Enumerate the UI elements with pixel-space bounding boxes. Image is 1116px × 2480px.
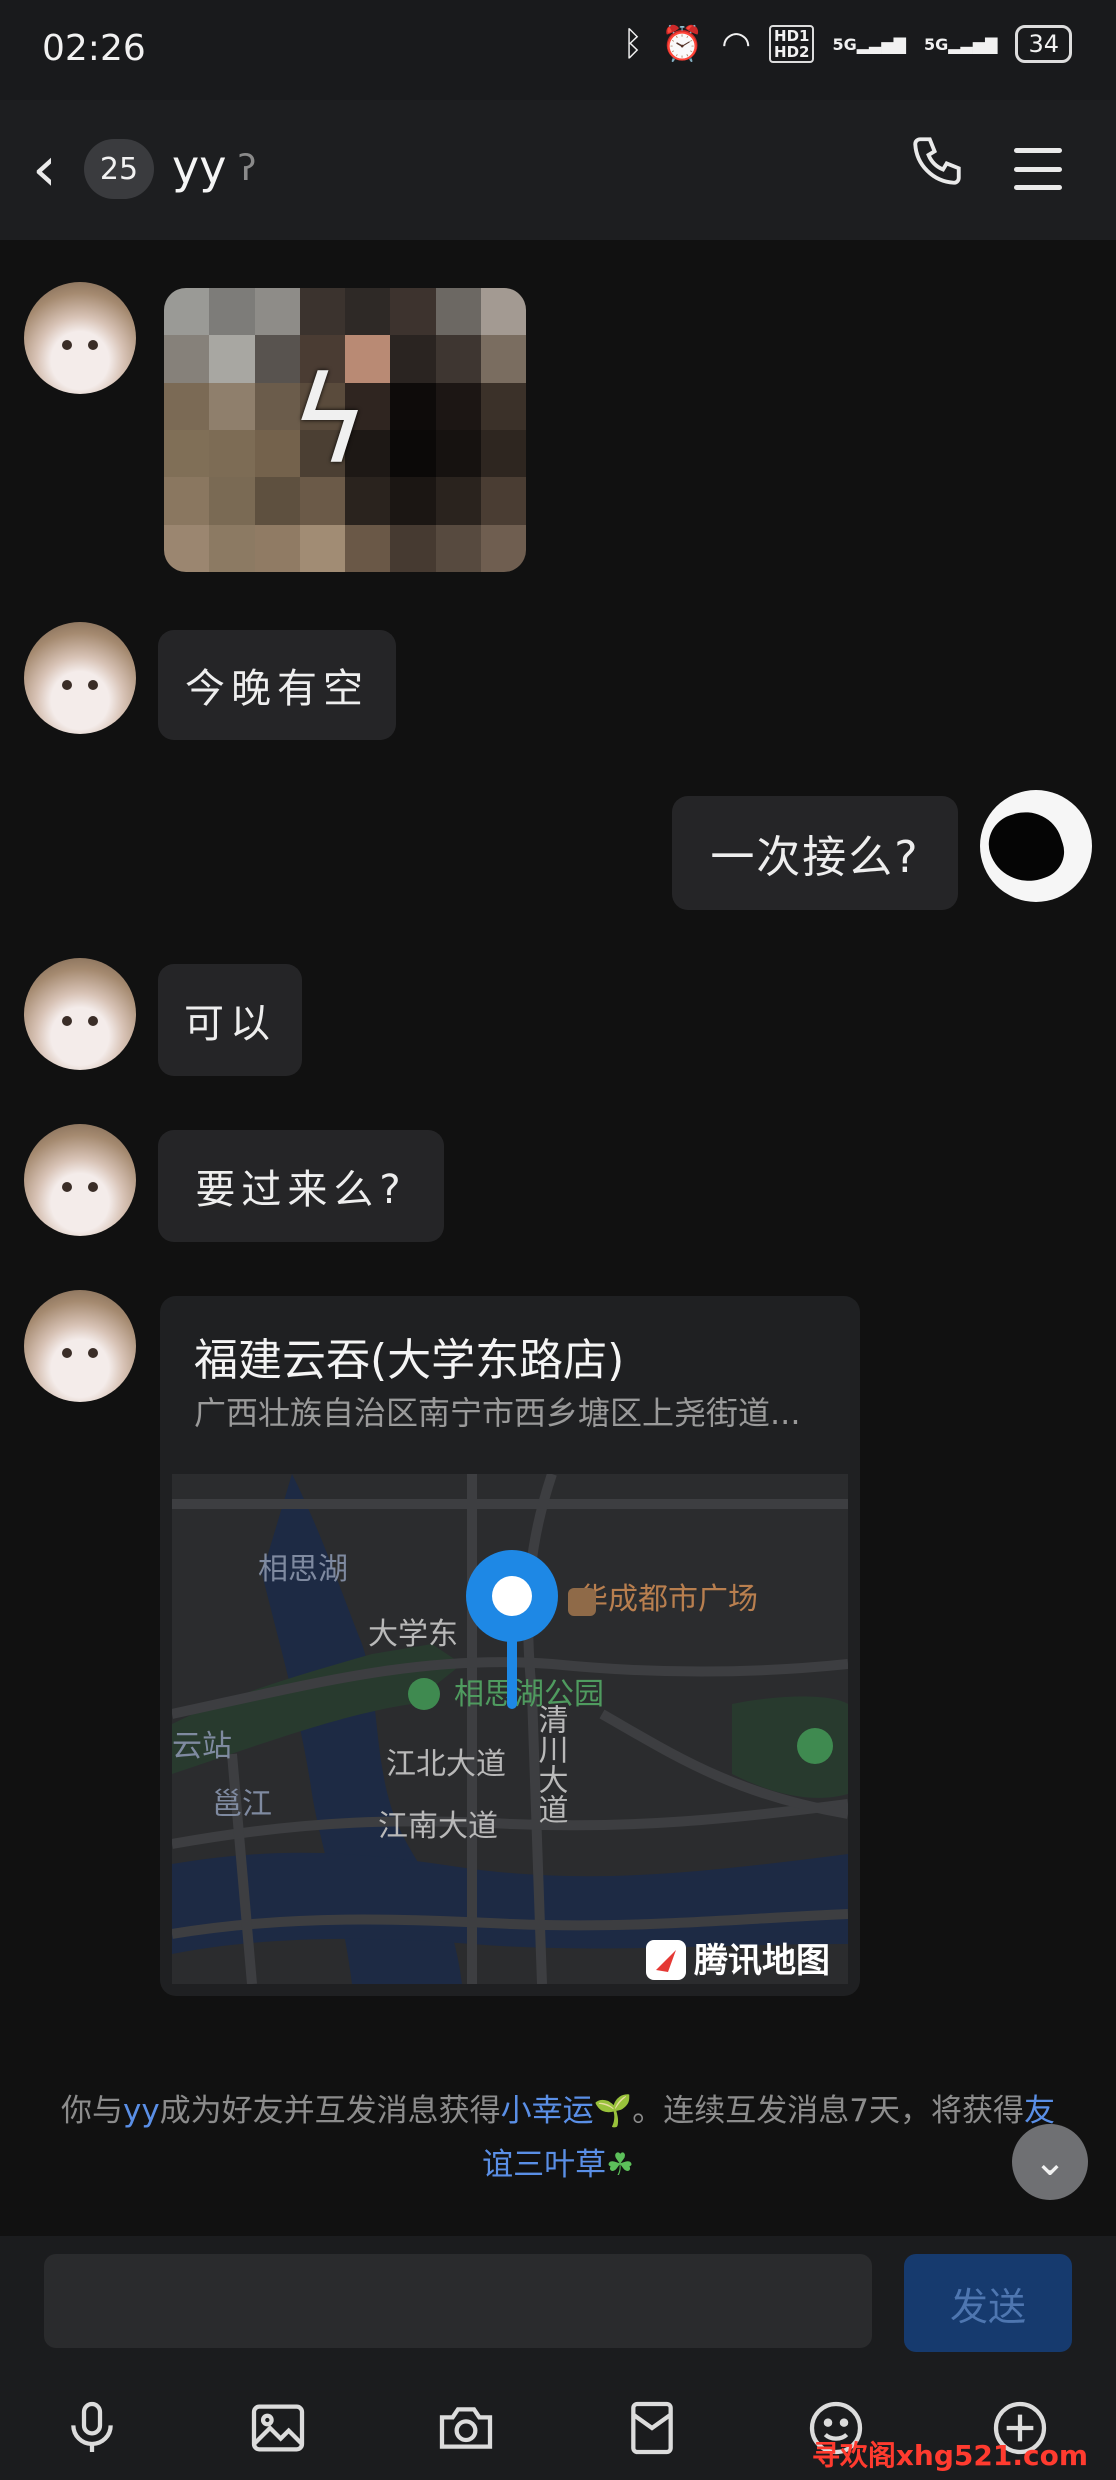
status-time: 02:26 [42, 28, 146, 69]
contact-avatar[interactable] [24, 958, 136, 1070]
message-bubble[interactable]: 要过来么? [158, 1130, 444, 1242]
unread-count-badge[interactable]: 25 [84, 139, 154, 199]
battery-indicator: 34 [1015, 25, 1072, 63]
friendship-notice: 你与yy成为好友并互发消息获得小幸运🌱。连续互发消息7天，将获得友谊三叶草☘ [60, 2093, 1056, 2183]
earpiece-mode-icon: ʔ [238, 148, 257, 189]
map-label-mall: 华成都市广场 [578, 1582, 758, 1617]
message-input[interactable] [44, 2254, 872, 2348]
back-icon[interactable]: ‹ [32, 138, 57, 200]
map-label-yongjiang: 邕江 [212, 1787, 272, 1822]
contact-avatar[interactable] [24, 622, 136, 734]
map-brand: 腾讯地图 [694, 1941, 830, 1981]
contact-name[interactable]: yy [172, 140, 226, 194]
map-preview[interactable]: 相思湖 华成都市广场 大学东 相思湖公园 云站 江北大道 邕江 江南大道 清川大… [172, 1474, 848, 1984]
my-message-bubble[interactable]: 一次接么? [672, 796, 958, 910]
send-button[interactable]: 发送 [904, 2254, 1072, 2352]
lightning-icon: ϟ [290, 352, 370, 491]
hd-badge: HD1 HD2 [769, 25, 815, 63]
wifi-icon: ◠ [721, 24, 752, 64]
map-label-lake: 相思湖 [258, 1552, 348, 1587]
image-icon[interactable] [242, 2392, 314, 2464]
signal-icon-2: 5G▂▃▅▇ [923, 34, 998, 54]
lucky-link[interactable]: 小幸运 [501, 2093, 594, 2129]
microphone-icon[interactable] [56, 2392, 128, 2464]
map-label-jiangnan: 江南大道 [378, 1809, 498, 1844]
clover-icon: ☘ [606, 2147, 634, 2183]
sprout-icon: 🌱 [593, 2093, 633, 2129]
location-card[interactable]: 福建云吞(大学东路店) 广西壮族自治区南宁市西乡塘区上尧街道... 相思湖 华成… [160, 1296, 860, 1996]
message-bubble[interactable]: 今晚有空 [158, 630, 396, 740]
map-label-qingchuan: 清川大道 [533, 1704, 569, 1824]
camera-icon[interactable] [430, 2392, 502, 2464]
location-title: 福建云吞(大学东路店) [194, 1335, 625, 1386]
map-label-park: 相思湖公园 [454, 1677, 604, 1712]
mall-marker-icon [568, 1588, 596, 1616]
menu-icon[interactable] [1014, 148, 1062, 190]
map-label-station: 云站 [172, 1729, 232, 1764]
signal-icon-1: 5G▂▃▅▇ [832, 34, 906, 54]
scroll-down-icon[interactable]: ⌄ [1012, 2124, 1088, 2200]
contact-avatar[interactable] [24, 282, 136, 394]
status-icons: ᛒ ⏰ ◠ HD1 HD2 5G▂▃▅▇ 5G▂▃▅▇ 34 [623, 24, 1072, 64]
watermark: 寻欢阁xhg521.com [811, 2439, 1088, 2472]
red-packet-icon[interactable] [616, 2392, 688, 2464]
map-label-road: 大学东 [368, 1617, 458, 1652]
my-avatar[interactable] [980, 790, 1092, 902]
contact-avatar[interactable] [24, 1290, 136, 1402]
phone-call-icon[interactable] [908, 132, 966, 204]
message-bubble[interactable]: 可以 [158, 964, 302, 1076]
contact-avatar[interactable] [24, 1124, 136, 1236]
status-bar: 02:26 ᛒ ⏰ ◠ HD1 HD2 5G▂▃▅▇ 5G▂▃▅▇ 34 [0, 0, 1116, 100]
location-address: 广西壮族自治区南宁市西乡塘区上尧街道... [194, 1394, 801, 1432]
map-label-jiangbei: 江北大道 [386, 1747, 506, 1782]
notice-contact-link[interactable]: yy [123, 2093, 160, 2129]
alarm-icon: ⏰ [661, 24, 704, 64]
poi-marker-icon [797, 1728, 833, 1764]
park-marker-icon [408, 1678, 440, 1710]
bluetooth-icon: ᛒ [622, 24, 644, 64]
